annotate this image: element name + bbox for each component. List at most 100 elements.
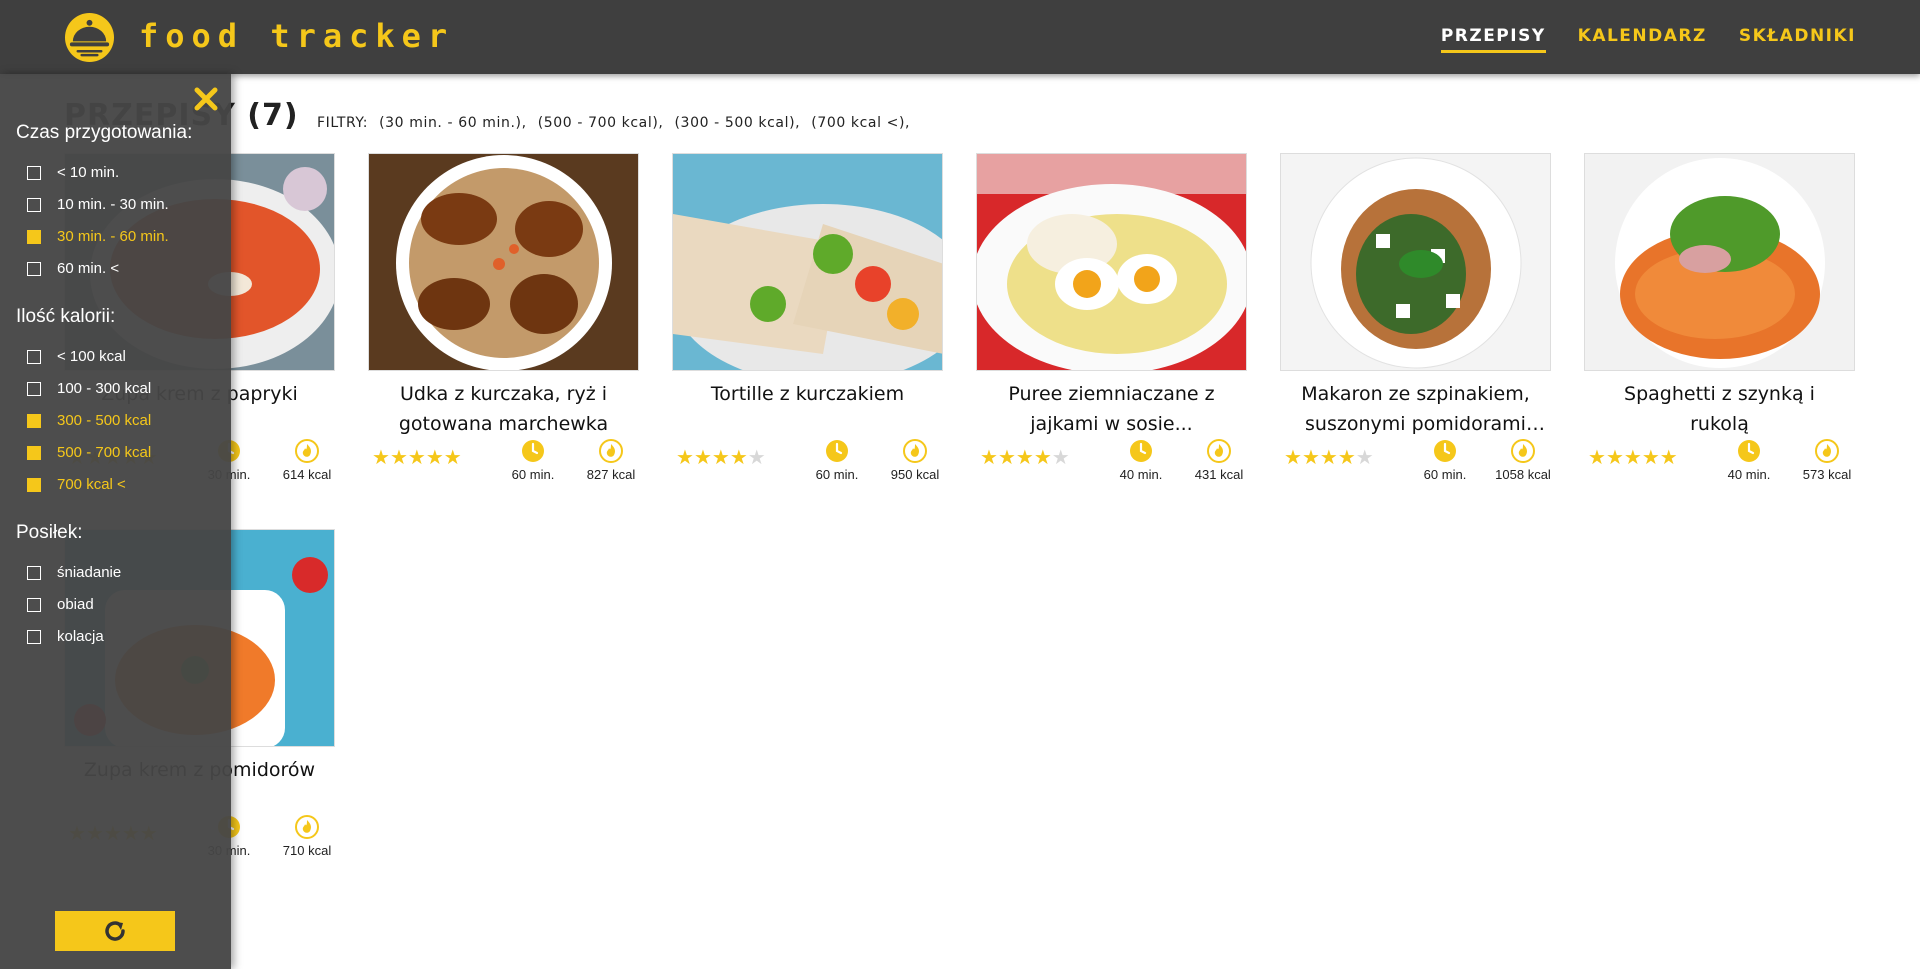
- close-icon[interactable]: [191, 84, 221, 114]
- refresh-icon: [105, 921, 125, 941]
- recipe-photo[interactable]: [672, 153, 943, 371]
- recipe-photo[interactable]: [1280, 153, 1551, 371]
- star-icon: ★: [1337, 447, 1356, 469]
- prep-time-value: 40 min.: [1727, 467, 1771, 482]
- recipe-card[interactable]: Makaron ze szpinakiem, suszonymi pomidor…: [1280, 153, 1551, 489]
- recipe-card[interactable]: Puree ziemniaczane z jajkami w sosie... …: [976, 153, 1247, 489]
- recipe-title[interactable]: Udka z kurczaka, ryż i gotowana marchewk…: [368, 379, 639, 439]
- prep-time: 60 min.: [1405, 439, 1485, 482]
- star-icon: ★: [997, 447, 1016, 469]
- checkbox[interactable]: [27, 261, 41, 276]
- star-icon: ★: [1355, 447, 1374, 469]
- checkbox[interactable]: [27, 597, 41, 612]
- recipe-meta: ★★★★★ 60 min. 827 kcal: [368, 439, 639, 489]
- checkbox[interactable]: [27, 381, 41, 396]
- prep-time-value: 40 min.: [1119, 467, 1163, 482]
- star-icon: ★: [1605, 447, 1624, 469]
- recipe-card[interactable]: Spaghetti z szynką i rukolą ★★★★★ 40 min…: [1584, 153, 1855, 489]
- filter-option[interactable]: 100 - 300 kcal: [27, 380, 151, 397]
- star-icon: ★: [1015, 447, 1034, 469]
- calories: 1058 kcal: [1483, 439, 1563, 482]
- checkbox[interactable]: [27, 165, 41, 180]
- filter-option[interactable]: obiad: [27, 596, 94, 613]
- filter-chip: (30 min. - 60 min.),: [379, 115, 527, 131]
- checkbox[interactable]: [27, 629, 41, 644]
- star-icon: ★: [1588, 447, 1606, 469]
- star-icon: ★: [1641, 447, 1660, 469]
- calories-value: 950 kcal: [890, 467, 940, 482]
- filter-option-label: obiad: [57, 596, 94, 613]
- filter-option-label: kolacja: [57, 628, 104, 645]
- clock-icon: [1434, 440, 1456, 462]
- flame-icon: [903, 439, 927, 463]
- filter-group-title: Ilość kalorii:: [16, 306, 116, 327]
- star-icon: ★: [389, 447, 408, 469]
- filter-option[interactable]: 500 - 700 kcal: [27, 444, 151, 461]
- star-icon: ★: [372, 447, 390, 469]
- prep-time-value: 60 min.: [815, 467, 859, 482]
- filter-chip: (300 - 500 kcal),: [674, 115, 801, 131]
- nav-skladniki[interactable]: SKŁADNIKI: [1739, 26, 1856, 53]
- clock-icon: [826, 440, 848, 462]
- checkbox[interactable]: [27, 229, 41, 244]
- recipe-photo[interactable]: [976, 153, 1247, 371]
- star-icon: ★: [1301, 447, 1320, 469]
- filter-option-label: < 100 kcal: [57, 348, 126, 365]
- filter-option[interactable]: 300 - 500 kcal: [27, 412, 151, 429]
- filter-chip: (500 - 700 kcal),: [537, 115, 664, 131]
- app-brand[interactable]: food tracker: [139, 17, 454, 55]
- reset-filters-button[interactable]: [55, 911, 175, 951]
- flame-icon: [1815, 439, 1839, 463]
- rating-stars: ★★★★★: [1284, 445, 1374, 470]
- checkbox[interactable]: [27, 445, 41, 460]
- recipe-meta: ★★★★★ 40 min. 573 kcal: [1584, 439, 1855, 489]
- star-icon: ★: [693, 447, 712, 469]
- flame-icon: [599, 439, 623, 463]
- checkbox[interactable]: [27, 197, 41, 212]
- filter-option[interactable]: 60 min. <: [27, 260, 119, 277]
- star-icon: ★: [676, 447, 694, 469]
- filter-option[interactable]: 30 min. - 60 min.: [27, 228, 169, 245]
- recipe-meta: ★★★★★ 60 min. 1058 kcal: [1280, 439, 1551, 489]
- recipe-card[interactable]: Udka z kurczaka, ryż i gotowana marchewk…: [368, 153, 639, 489]
- filter-group-title: Posiłek:: [16, 522, 83, 543]
- filter-group-title: Czas przygotowania:: [16, 122, 193, 143]
- star-icon: ★: [1284, 447, 1302, 469]
- star-icon: ★: [711, 447, 730, 469]
- checkbox[interactable]: [27, 565, 41, 580]
- flame-icon: [295, 815, 319, 839]
- recipe-title[interactable]: Makaron ze szpinakiem, suszonymi pomidor…: [1280, 379, 1551, 439]
- clock-icon: [522, 440, 544, 462]
- filter-option[interactable]: śniadanie: [27, 564, 121, 581]
- recipe-title[interactable]: Tortille z kurczakiem: [672, 379, 943, 439]
- recipe-photo[interactable]: [1584, 153, 1855, 371]
- rating-stars: ★★★★★: [980, 445, 1070, 470]
- recipe-title[interactable]: Spaghetti z szynką i rukolą: [1584, 379, 1855, 439]
- star-icon: ★: [1051, 447, 1070, 469]
- recipe-photo[interactable]: [368, 153, 639, 371]
- filter-option[interactable]: < 10 min.: [27, 164, 119, 181]
- calories: 827 kcal: [571, 439, 651, 482]
- top-bar: food tracker PRZEPISY KALENDARZ SKŁADNIK…: [0, 0, 1920, 74]
- filter-option-label: 30 min. - 60 min.: [57, 228, 169, 245]
- filter-option[interactable]: < 100 kcal: [27, 348, 126, 365]
- star-icon: ★: [747, 447, 766, 469]
- recipe-meta: ★★★★★ 60 min. 950 kcal: [672, 439, 943, 489]
- checkbox[interactable]: [27, 349, 41, 364]
- filters-label: FILTRY:: [317, 115, 369, 131]
- prep-time: 40 min.: [1101, 439, 1181, 482]
- clock-icon: [1738, 440, 1760, 462]
- recipe-title[interactable]: Puree ziemniaczane z jajkami w sosie...: [976, 379, 1247, 439]
- nav-przepisy[interactable]: PRZEPISY: [1440, 26, 1546, 53]
- filter-option-label: 100 - 300 kcal: [57, 380, 152, 397]
- filter-option[interactable]: 10 min. - 30 min.: [27, 196, 169, 213]
- rating-stars: ★★★★★: [372, 445, 462, 470]
- flame-icon: [1207, 439, 1231, 463]
- checkbox[interactable]: [27, 413, 41, 428]
- food-cloche-icon[interactable]: [64, 12, 115, 63]
- nav-kalendarz[interactable]: KALENDARZ: [1578, 26, 1707, 53]
- recipe-card[interactable]: Tortille z kurczakiem ★★★★★ 60 min. 950 …: [672, 153, 943, 489]
- checkbox[interactable]: [27, 477, 41, 492]
- filter-option[interactable]: 700 kcal <: [27, 476, 126, 493]
- filter-option[interactable]: kolacja: [27, 628, 104, 645]
